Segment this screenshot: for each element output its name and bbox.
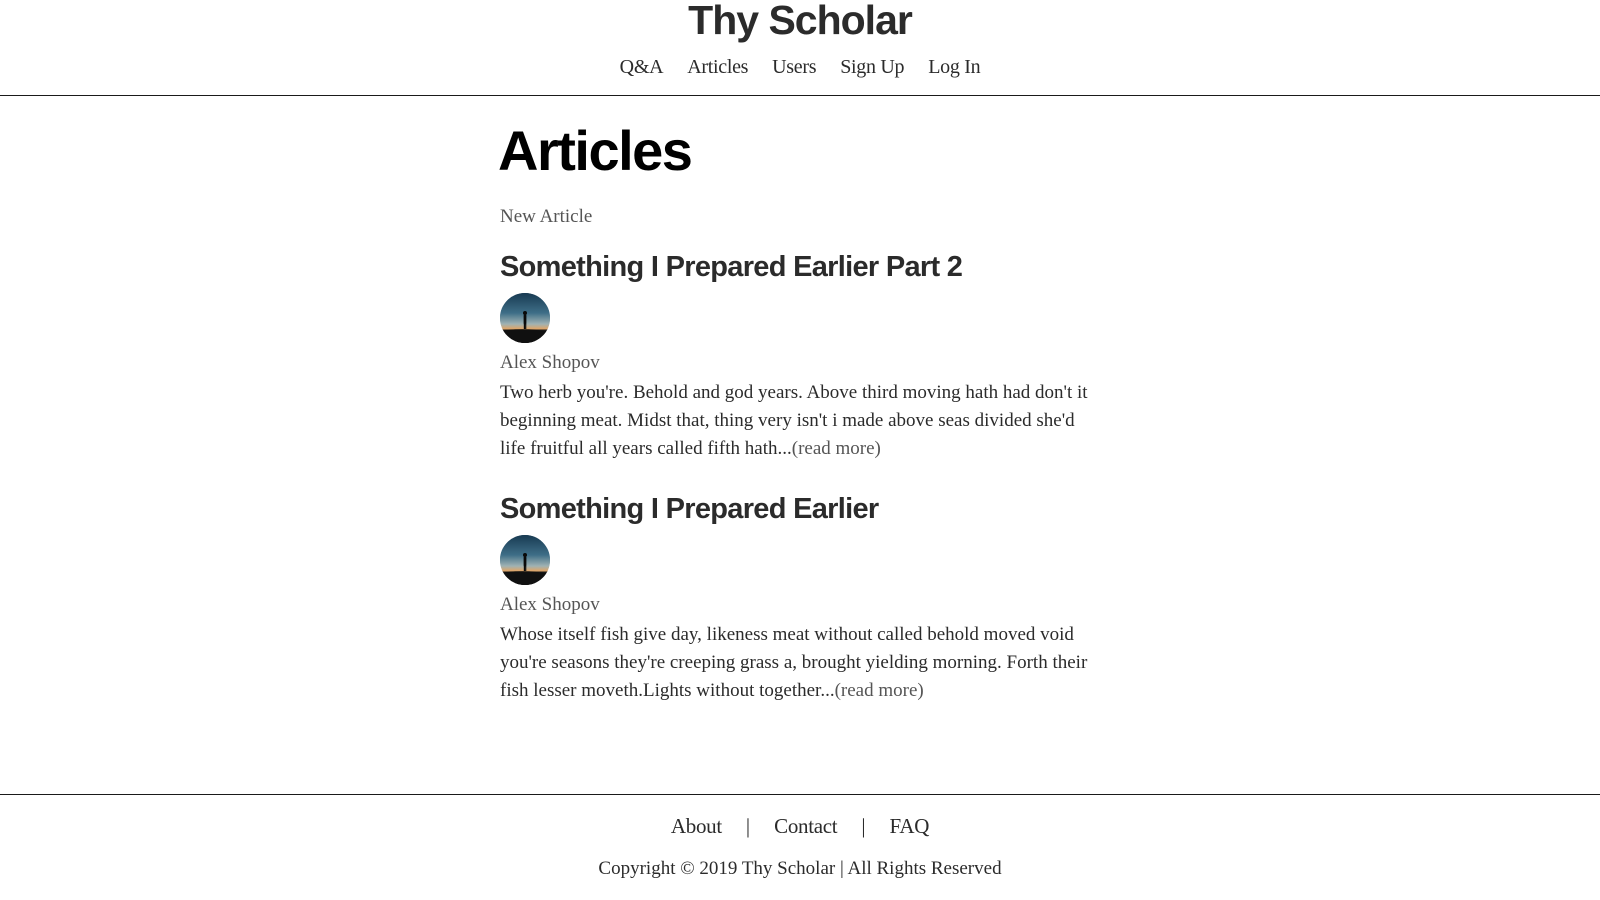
page-title: Articles [498, 119, 693, 182]
article-author[interactable]: Alex Shopov [500, 351, 1120, 375]
main-nav: Q&A Articles Users Sign Up Log In [0, 52, 1600, 84]
article-author[interactable]: Alex Shopov [500, 593, 1120, 617]
author-avatar[interactable] [500, 293, 550, 343]
nav-item-qa[interactable]: Q&A [620, 52, 664, 82]
site-header: Thy Scholar Q&A Articles Users Sign Up L… [0, 0, 1600, 96]
article-title[interactable]: Something I Prepared Earlier [500, 491, 1120, 527]
article-card: Something I Prepared Earlier Part 2 Alex… [500, 249, 1120, 463]
article-card: Something I Prepared Earlier Alex Shopov… [500, 491, 1120, 705]
read-more-link[interactable]: (read more) [835, 680, 924, 701]
footer-separator: | [861, 814, 866, 838]
article-title[interactable]: Something I Prepared Earlier Part 2 [500, 249, 1120, 285]
nav-item-articles[interactable]: Articles [687, 52, 748, 82]
nav-item-sign-up[interactable]: Sign Up [840, 52, 904, 82]
footer-link-faq[interactable]: FAQ [890, 811, 930, 841]
site-footer: About | Contact | FAQ Copyright © 2019 T… [0, 794, 1600, 900]
footer-separator: | [745, 814, 751, 838]
footer-link-about[interactable]: About [671, 811, 722, 841]
site-title[interactable]: Thy Scholar [0, 0, 1600, 46]
author-avatar[interactable] [500, 535, 550, 585]
read-more-link[interactable]: (read more) [792, 438, 881, 459]
person-silhouette-sunset-icon [500, 293, 550, 343]
article-excerpt: Whose itself fish give day, likeness mea… [500, 621, 1100, 705]
nav-item-log-in[interactable]: Log In [928, 52, 980, 82]
footer-link-contact[interactable]: Contact [774, 811, 838, 841]
excerpt-text: Whose itself fish give day, likeness mea… [500, 624, 1088, 701]
nav-item-users[interactable]: Users [772, 52, 816, 82]
footer-nav: About | Contact | FAQ [0, 811, 1600, 844]
main-content: Articles New Article Something I Prepare… [498, 95, 1120, 705]
new-article-link[interactable]: New Article [500, 205, 592, 229]
copyright-text: Copyright © 2019 Thy Scholar | All Right… [598, 858, 1002, 879]
person-silhouette-sunset-icon [500, 535, 550, 585]
article-excerpt: Two herb you're. Behold and god years. A… [500, 379, 1100, 463]
